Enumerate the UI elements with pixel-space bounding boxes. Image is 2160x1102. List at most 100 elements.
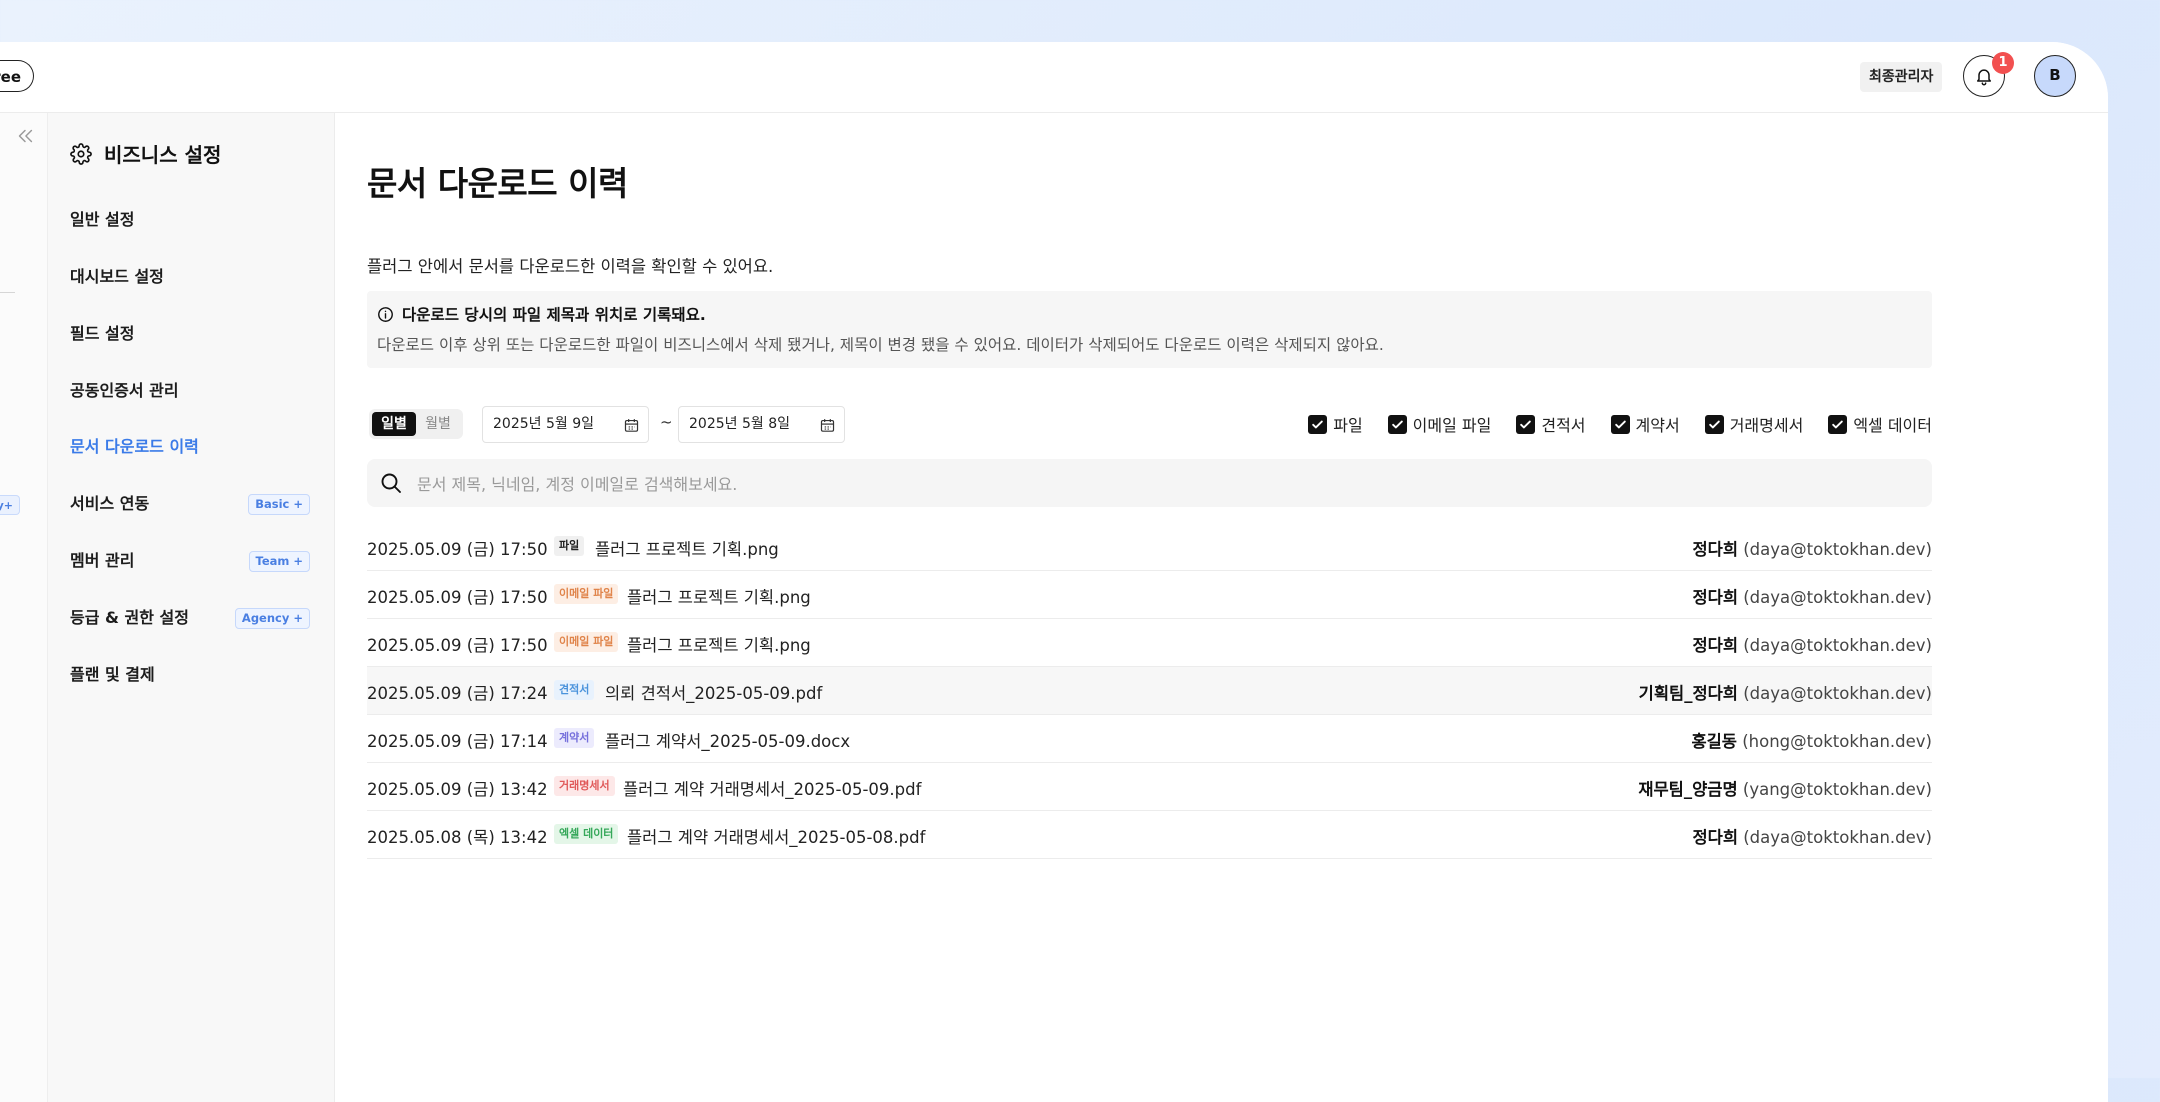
user-email: (daya@toktokhan.dev) (1743, 588, 1932, 607)
page-title: 문서 다운로드 이력 (367, 164, 628, 203)
table-row[interactable]: 2025.05.09 (금) 13:42 거래명세서 플러그 계약 거래명세서_… (367, 763, 1932, 811)
user-email: (daya@toktokhan.dev) (1743, 636, 1932, 655)
notice-title: 다운로드 당시의 파일 제목과 위치로 기록돼요. (377, 303, 706, 325)
plan-tag: Team + (248, 551, 310, 572)
app-window: ree 최종관리자 1 B y+ 비즈니스 설정 일반 설정 대시보드 설정 필… (0, 42, 2108, 1102)
user-name: 정다희 (1692, 828, 1738, 847)
sidebar-item-label: 대시보드 설정 (70, 267, 164, 286)
filter-contract[interactable]: 계약서 (1610, 412, 1680, 436)
sidebar-item-general[interactable]: 일반 설정 (70, 205, 310, 235)
filter-label: 거래명세서 (1729, 416, 1804, 435)
tab-daily[interactable]: 일별 (372, 412, 416, 436)
search-icon (381, 473, 401, 493)
sidebar-item-download-history[interactable]: 문서 다운로드 이력 (70, 432, 310, 462)
row-user: 정다희 (daya@toktokhan.dev) (1692, 584, 1932, 608)
checkbox-checked-icon[interactable] (1516, 414, 1536, 434)
sidebar-item-label: 등급 & 권한 설정 (70, 608, 189, 627)
checkbox-checked-icon[interactable] (1610, 414, 1630, 434)
row-date: 2025.05.09 (금) 17:24 (367, 684, 548, 703)
type-tag-statement: 거래명세서 (554, 776, 615, 796)
sidebar-item-label: 멤버 관리 (70, 551, 135, 570)
filter-quote[interactable]: 견적서 (1516, 412, 1586, 436)
sidebar-item-certificates[interactable]: 공동인증서 관리 (70, 376, 310, 406)
tab-monthly[interactable]: 월별 (416, 412, 460, 436)
download-history-list: 2025.05.09 (금) 17:50 파일 플러그 프로젝트 기획.png … (367, 523, 1932, 859)
file-name: 플러그 계약 거래명세서_2025-05-09.pdf (623, 780, 922, 799)
search-input[interactable] (415, 459, 1899, 509)
filter-label: 계약서 (1635, 416, 1680, 435)
checkbox-checked-icon[interactable] (1704, 414, 1724, 434)
sidebar-item-label: 서비스 연동 (70, 494, 150, 513)
table-row[interactable]: 2025.05.08 (목) 13:42 엑셀 데이터 플러그 계약 거래명세서… (367, 811, 1932, 859)
type-tag-email-file: 이메일 파일 (554, 632, 619, 652)
user-name: 기획팀_정다희 (1638, 684, 1738, 703)
table-row[interactable]: 2025.05.09 (금) 17:24 견적서 의뢰 견적서_2025-05-… (367, 667, 1932, 715)
plan-tag: Basic + (248, 494, 310, 515)
row-user: 재무팀_양금명 (yang@toktokhan.dev) (1638, 776, 1932, 800)
plan-tag: Agency + (234, 608, 310, 629)
sidebar-item-label: 공동인증서 관리 (70, 381, 179, 400)
user-email: (daya@toktokhan.dev) (1743, 684, 1932, 703)
row-date: 2025.05.08 (목) 13:42 (367, 828, 548, 847)
table-row[interactable]: 2025.05.09 (금) 17:50 이메일 파일 플러그 프로젝트 기획.… (367, 571, 1932, 619)
bell-icon (1977, 69, 1991, 86)
search-bar (367, 459, 1932, 509)
file-name: 플러그 계약서_2025-05-09.docx (605, 732, 851, 751)
sidebar-item-fields[interactable]: 필드 설정 (70, 319, 310, 349)
calendar-icon (820, 419, 835, 432)
checkbox-checked-icon[interactable] (1387, 414, 1407, 434)
table-row[interactable]: 2025.05.09 (금) 17:50 파일 플러그 프로젝트 기획.png … (367, 523, 1932, 571)
sidebar-item-billing[interactable]: 플랜 및 결제 (70, 660, 310, 690)
checkbox-checked-icon[interactable] (1828, 414, 1848, 434)
table-row[interactable]: 2025.05.09 (금) 17:14 계약서 플러그 계약서_2025-05… (367, 715, 1932, 763)
row-user: 기획팀_정다희 (daya@toktokhan.dev) (1639, 680, 1932, 704)
file-name: 의뢰 견적서_2025-05-09.pdf (605, 684, 823, 703)
filter-file[interactable]: 파일 (1308, 412, 1363, 436)
file-name: 플러그 계약 거래명세서_2025-05-08.pdf (627, 828, 926, 847)
file-name: 플러그 프로젝트 기획.png (595, 540, 779, 559)
type-tag-contract: 계약서 (554, 728, 595, 748)
gear-icon (70, 142, 92, 165)
sidebar-item-roles[interactable]: 등급 & 권한 설정 Agency + (70, 603, 310, 633)
plan-badge[interactable]: ree (0, 60, 34, 92)
main-content: 문서 다운로드 이력 플러그 안에서 문서를 다운로드한 이력을 확인할 수 있… (367, 113, 1932, 1102)
filter-email-file[interactable]: 이메일 파일 (1387, 412, 1492, 436)
row-date: 2025.05.09 (금) 17:14 (367, 732, 548, 751)
sidebar-item-members[interactable]: 멤버 관리 Team + (70, 546, 310, 576)
info-icon (378, 306, 393, 322)
avatar[interactable]: B (2034, 55, 2076, 97)
row-date: 2025.05.09 (금) 13:42 (367, 780, 548, 799)
user-name: 정다희 (1692, 588, 1738, 607)
page-description: 플러그 안에서 문서를 다운로드한 이력을 확인할 수 있어요. (367, 257, 774, 276)
sidebar-item-label: 일반 설정 (70, 210, 135, 229)
user-name: 정다희 (1692, 540, 1738, 559)
sidebar-title-text: 비즈니스 설정 (104, 143, 222, 167)
filter-excel[interactable]: 엑셀 데이터 (1828, 412, 1932, 436)
filter-label: 엑셀 데이터 (1853, 416, 1932, 435)
file-name: 플러그 프로젝트 기획.png (627, 636, 811, 655)
notice-title-text: 다운로드 당시의 파일 제목과 위치로 기록돼요. (402, 306, 706, 324)
type-tag-quote: 견적서 (554, 680, 595, 700)
row-user: 홍길동 (hong@toktokhan.dev) (1691, 728, 1932, 752)
type-tag-file: 파일 (554, 536, 585, 556)
end-date-picker[interactable]: 2025년 5월 8일 (678, 406, 845, 443)
filter-statement[interactable]: 거래명세서 (1704, 412, 1804, 436)
row-date: 2025.05.09 (금) 17:50 (367, 540, 548, 559)
type-filters: 파일 이메일 파일 견적서 계약서 거래명세서 엑셀 데이터 (1308, 412, 1932, 436)
start-date-picker[interactable]: 2025년 5월 9일 (482, 406, 649, 443)
user-email: (yang@toktokhan.dev) (1742, 780, 1932, 799)
row-user: 정다희 (daya@toktokhan.dev) (1692, 632, 1932, 656)
sidebar-item-integrations[interactable]: 서비스 연동 Basic + (70, 489, 310, 519)
sidebar-item-label: 문서 다운로드 이력 (70, 437, 199, 456)
collapse-sidebar-icon[interactable] (14, 125, 36, 147)
user-email: (hong@toktokhan.dev) (1742, 732, 1932, 751)
type-tag-excel: 엑셀 데이터 (554, 824, 619, 844)
filter-label: 이메일 파일 (1412, 416, 1492, 435)
table-row[interactable]: 2025.05.09 (금) 17:50 이메일 파일 플러그 프로젝트 기획.… (367, 619, 1932, 667)
checkbox-checked-icon[interactable] (1308, 414, 1328, 434)
sidebar-item-dashboard[interactable]: 대시보드 설정 (70, 262, 310, 292)
row-date: 2025.05.09 (금) 17:50 (367, 588, 548, 607)
sidebar-item-label: 플랜 및 결제 (70, 665, 155, 684)
user-email: (daya@toktokhan.dev) (1743, 540, 1932, 559)
top-bar: ree 최종관리자 1 B (0, 42, 2108, 113)
